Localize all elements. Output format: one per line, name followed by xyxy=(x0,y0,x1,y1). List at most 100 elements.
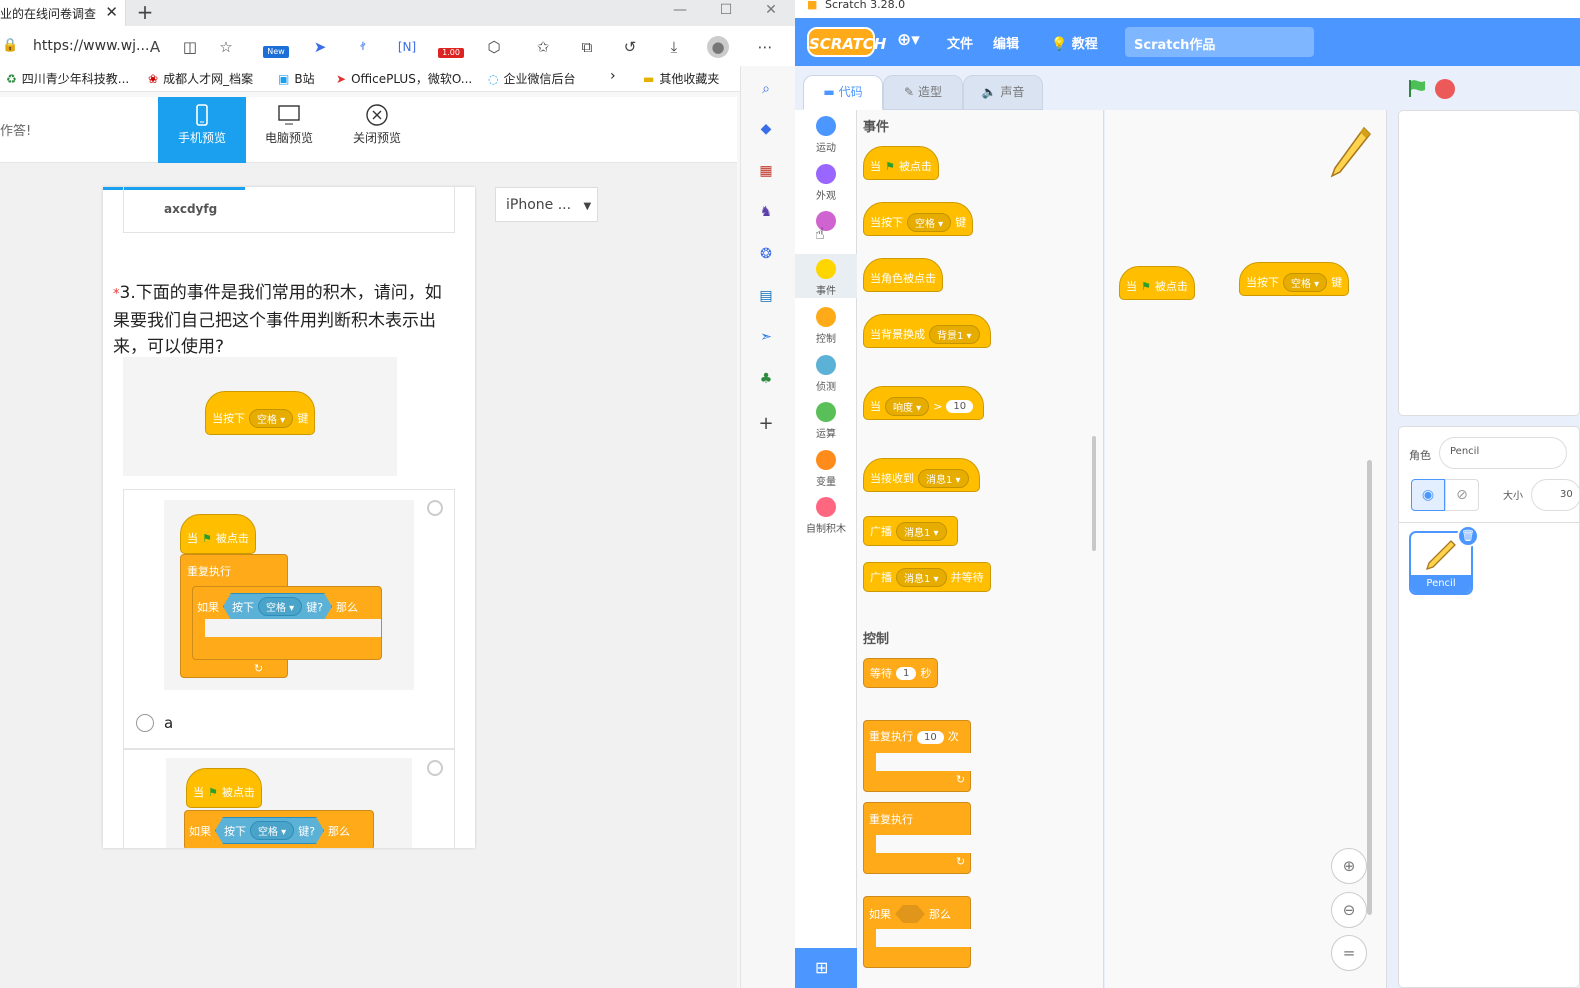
mobile-preview-button[interactable]: 手机预览 xyxy=(158,97,246,163)
category-sound[interactable]: 声音 xyxy=(795,211,857,249)
number-input[interactable]: 1 xyxy=(896,666,917,680)
palette-if-then[interactable]: 如果 那么 xyxy=(863,896,972,968)
green-flag-button[interactable] xyxy=(1407,78,1427,98)
option-a-radio[interactable] xyxy=(136,714,154,732)
browser-tab[interactable]: 业的在线问卷调查 ✕ xyxy=(0,0,126,26)
zoom-in-button[interactable]: ⊕ xyxy=(1331,848,1367,884)
palette-scrollbar[interactable] xyxy=(1092,436,1096,551)
zoom-out-button[interactable]: ⊖ xyxy=(1331,892,1367,928)
collections-icon[interactable]: ⧉ xyxy=(575,36,599,58)
globe-icon[interactable]: ⊕▾ xyxy=(897,30,920,50)
add-favorite-icon[interactable]: ☆ xyxy=(214,36,238,58)
zoom-reset-button[interactable]: = xyxy=(1331,935,1367,971)
stage[interactable] xyxy=(1398,110,1580,416)
tab-code[interactable]: ▬ 代码 xyxy=(803,75,883,110)
split-screen-icon[interactable]: ◫ xyxy=(178,36,202,58)
menu-tutorials[interactable]: 💡 教程 xyxy=(1051,33,1098,52)
outlook-icon[interactable]: ▤ xyxy=(755,285,777,307)
url-field[interactable]: https://www.wj... xyxy=(33,38,149,54)
workspace-scrollbar[interactable] xyxy=(1367,460,1372,915)
profile-avatar[interactable]: ● xyxy=(707,36,729,58)
message-dropdown[interactable]: 消息1 ▾ xyxy=(896,521,947,541)
device-select[interactable]: iPhone ... ▼ xyxy=(495,187,598,222)
favorites-icon[interactable]: ✩ xyxy=(531,36,555,58)
close-tab-icon[interactable]: ✕ xyxy=(105,3,118,21)
bookmark-item[interactable]: ◌ 企业微信后台 xyxy=(488,70,576,87)
stop-button[interactable] xyxy=(1435,79,1455,99)
hide-sprite-button[interactable]: ⊘ xyxy=(1445,479,1479,511)
category-operators[interactable]: 运算 xyxy=(795,402,857,440)
show-sprite-button[interactable]: ◉ xyxy=(1411,479,1445,511)
key-dropdown[interactable]: 空格 ▾ xyxy=(907,212,952,232)
condition-slot[interactable] xyxy=(895,905,925,923)
n-extension-icon[interactable]: [N] xyxy=(395,36,419,58)
category-sensing[interactable]: 侦测 xyxy=(795,355,857,393)
desktop-preview-button[interactable]: 电脑预览 xyxy=(245,97,333,163)
palette-broadcast-wait[interactable]: 广播 消息1 ▾ 并等待 xyxy=(863,562,991,592)
new-tab-button[interactable]: + xyxy=(134,0,156,26)
palette-sprite-clicked[interactable]: 当角色被点击 xyxy=(863,258,943,292)
maximize-button[interactable]: ☐ xyxy=(703,0,749,26)
search-icon[interactable]: ⌕ xyxy=(755,78,777,100)
size-input[interactable]: 30 xyxy=(1531,479,1580,511)
bookmark-item[interactable]: ➤ OfficePLUS，微软O... xyxy=(336,70,472,87)
palette-broadcast[interactable]: 广播 消息1 ▾ xyxy=(863,516,958,546)
bookmark-item[interactable]: ❀ 成都人才网_档案 xyxy=(148,70,253,87)
menu-edit[interactable]: 编辑 xyxy=(993,33,1019,52)
category-motion[interactable]: 运动 xyxy=(795,116,857,154)
palette-key-pressed[interactable]: 当按下 空格 ▾ 键 xyxy=(863,202,974,236)
menu-file[interactable]: 文件 xyxy=(947,33,973,52)
lock-icon[interactable]: 🔒 xyxy=(2,38,18,53)
close-preview-button[interactable]: 关闭预览 xyxy=(333,97,421,163)
category-my-blocks[interactable]: 自制积木 xyxy=(795,497,857,535)
palette-when-greater[interactable]: 当响度 ▾ >10 xyxy=(863,386,985,420)
zoom-icon[interactable] xyxy=(427,760,443,776)
toolbox-icon[interactable]: ▦ xyxy=(755,160,777,182)
copilot-icon[interactable]: ❂ xyxy=(755,243,777,265)
number-input[interactable]: 10 xyxy=(946,399,974,413)
category-control[interactable]: 控制 xyxy=(795,307,857,345)
extensions-icon[interactable]: ⬡ xyxy=(482,36,506,58)
download-icon[interactable]: ⤓ xyxy=(662,36,686,58)
chevron-right-icon[interactable]: › xyxy=(610,68,616,84)
backdrop-dropdown[interactable]: 背景1 ▾ xyxy=(929,324,980,344)
script-area[interactable]: 当 ⚑ 被点击 当按下 空格 ▾ 键 ⊕ ⊖ = xyxy=(1105,110,1387,988)
new-extension-icon[interactable]: New xyxy=(263,36,289,58)
tree-icon[interactable]: ♣ xyxy=(755,368,777,390)
project-name-field[interactable]: Scratch作品 xyxy=(1125,27,1314,57)
category-variables[interactable]: 变量 xyxy=(795,450,857,488)
minimize-button[interactable]: — xyxy=(657,0,703,26)
send-icon[interactable]: ➣ xyxy=(755,326,777,348)
tab-sounds[interactable]: 🔈 声音 xyxy=(963,75,1043,110)
option-b[interactable]: 当 ⚑ 被点击 如果 按下 空格 ▾ 键? 那么 xyxy=(123,749,455,848)
price-extension-icon[interactable]: 1.00 xyxy=(438,36,464,58)
workspace-key-pressed[interactable]: 当按下 空格 ▾ 键 xyxy=(1239,262,1350,296)
message-dropdown[interactable]: 消息1 ▾ xyxy=(896,567,947,587)
workspace-flag-clicked[interactable]: 当 ⚑ 被点击 xyxy=(1119,266,1195,300)
number-input[interactable]: 10 xyxy=(917,731,944,744)
message-dropdown[interactable]: 消息1 ▾ xyxy=(918,468,969,488)
zoom-icon[interactable] xyxy=(427,500,443,516)
palette-forever[interactable]: 重复执行 ↻ xyxy=(863,802,972,874)
tab-costumes[interactable]: ✎ 造型 xyxy=(883,75,963,110)
translate-extension-icon[interactable]: ꬷ xyxy=(351,36,375,58)
bookmark-item[interactable]: ▣ B站 xyxy=(278,70,315,87)
close-window-button[interactable]: ✕ xyxy=(748,0,794,26)
read-aloud-icon[interactable]: A xyxy=(143,36,167,58)
palette-flag-clicked[interactable]: 当 ⚑ 被点击 xyxy=(863,146,939,180)
category-looks[interactable]: 外观 xyxy=(795,164,857,202)
sprite-name-input[interactable]: Pencil xyxy=(1439,437,1567,469)
key-dropdown[interactable]: 空格 ▾ xyxy=(1283,272,1328,292)
more-menu-icon[interactable]: ⋯ xyxy=(753,36,777,58)
palette-wait[interactable]: 等待 1 秒 xyxy=(863,658,939,688)
option-a[interactable]: 当 ⚑ 被点击 重复执行 如果 按下 空格 ▾ 键? 那么 ↻ a xyxy=(123,489,455,749)
bookmark-folder[interactable]: ▬ 其他收藏夹 xyxy=(643,70,719,87)
add-extension-button[interactable]: ⊞ xyxy=(795,948,857,988)
sensor-dropdown[interactable]: 响度 ▾ xyxy=(885,396,930,416)
palette-repeat[interactable]: 重复执行 10 次 ↻ xyxy=(863,720,972,792)
category-events[interactable]: 事件 xyxy=(795,254,857,298)
games-icon[interactable]: ♞ xyxy=(755,201,777,223)
delete-sprite-icon[interactable]: 🗑 xyxy=(1457,525,1479,547)
scratch-logo[interactable]: SCRATCH xyxy=(807,27,886,57)
extension-bird-icon[interactable]: ➤ xyxy=(308,36,332,58)
